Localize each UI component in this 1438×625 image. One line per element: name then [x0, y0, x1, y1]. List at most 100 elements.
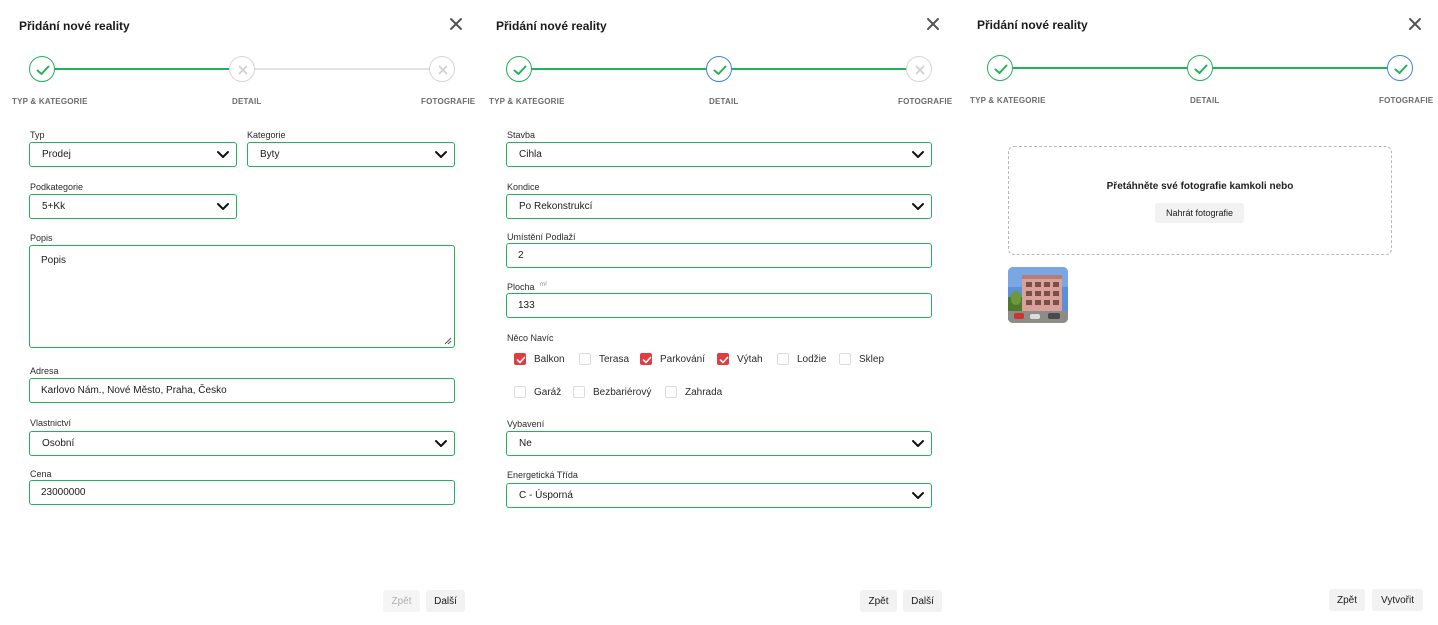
- adresa-input[interactable]: Karlovo Nám., Nové Město, Praha, Česko: [29, 378, 455, 403]
- vlastnictvi-select[interactable]: Osobní: [29, 431, 455, 456]
- x-icon: [438, 65, 448, 75]
- photo-dropzone[interactable]: Přetáhněte své fotografie kamkoli nebo N…: [1008, 146, 1392, 255]
- cena-value: 23000000: [41, 487, 86, 498]
- cena-input[interactable]: 23000000: [29, 480, 455, 505]
- step-connector: [1000, 67, 1188, 69]
- upload-photos-button[interactable]: Nahrát fotografie: [1155, 203, 1244, 223]
- add-property-dialog-step-3: Přidání nové reality TYP & KATEGORIE DET…: [958, 0, 1438, 625]
- checkbox-label: Sklep: [859, 353, 885, 365]
- resize-handle-icon[interactable]: [442, 335, 452, 345]
- chevron-down-icon: [912, 203, 924, 210]
- step-1-complete: [506, 56, 532, 82]
- extras-label: Něco Navíc: [507, 333, 554, 343]
- back-button[interactable]: Zpět: [383, 590, 420, 612]
- checkbox-label: Terasa: [599, 353, 630, 365]
- vytah-checkbox[interactable]: Výtah: [717, 353, 763, 365]
- chevron-down-icon: [435, 151, 447, 158]
- checkbox-label: Lodžie: [797, 353, 827, 365]
- checkbox-empty-icon: [777, 353, 789, 365]
- photo-thumbnail[interactable]: [1008, 267, 1068, 323]
- check-icon: [713, 65, 727, 75]
- plocha-value: 133: [518, 300, 535, 311]
- check-icon: [513, 65, 527, 75]
- chevron-down-icon: [912, 151, 924, 158]
- x-icon: [915, 65, 925, 75]
- garaz-checkbox[interactable]: Garáž: [514, 386, 561, 398]
- check-icon: [994, 64, 1008, 74]
- dialog-title: Přidání nové reality: [19, 19, 130, 33]
- stavba-value: Cihla: [519, 149, 542, 160]
- plocha-unit: m²: [540, 282, 548, 288]
- plocha-label-text: Plocha: [507, 282, 535, 292]
- dialog-title: Přidání nové reality: [977, 18, 1088, 32]
- sklep-checkbox[interactable]: Sklep: [839, 353, 884, 365]
- energeticka-select[interactable]: C - Úsporná: [506, 483, 932, 508]
- check-icon: [1194, 64, 1208, 74]
- step-connector: [255, 68, 431, 70]
- popis-textarea[interactable]: Popis: [29, 245, 455, 348]
- dropzone-text: Přetáhněte své fotografie kamkoli nebo: [1106, 181, 1294, 192]
- vlastnictvi-value: Osobní: [42, 438, 75, 449]
- checkbox-checked-icon: [514, 353, 526, 365]
- close-icon[interactable]: [1408, 17, 1422, 31]
- bezbarierovy-checkbox[interactable]: Bezbariérový: [573, 386, 651, 398]
- lodzie-checkbox[interactable]: Lodžie: [777, 353, 826, 365]
- back-button[interactable]: Zpět: [1329, 589, 1365, 611]
- step-2-pending: [229, 56, 255, 82]
- plocha-input[interactable]: 133: [506, 293, 932, 318]
- next-button[interactable]: Další: [903, 590, 942, 612]
- popis-value: Popis: [41, 255, 67, 266]
- step-3-current: [1387, 55, 1413, 81]
- chevron-down-icon: [912, 492, 924, 499]
- x-icon: [238, 65, 248, 75]
- checkbox-checked-icon: [717, 353, 729, 365]
- checkbox-label: Parkování: [660, 353, 706, 365]
- stavba-select[interactable]: Cihla: [506, 142, 932, 167]
- typ-label: Typ: [30, 130, 45, 140]
- typ-select[interactable]: Prodej: [29, 142, 237, 167]
- step-connector: [519, 68, 707, 70]
- checkbox-empty-icon: [514, 386, 526, 398]
- checkbox-label: Výtah: [737, 353, 763, 365]
- step-3-pending: [429, 56, 455, 82]
- checkbox-label: Balkon: [534, 353, 565, 365]
- create-button[interactable]: Vytvořit: [1372, 589, 1423, 611]
- energeticka-value: C - Úsporná: [519, 490, 573, 501]
- close-icon[interactable]: [449, 17, 463, 31]
- close-icon[interactable]: [926, 17, 940, 31]
- checkbox-label: Zahrada: [685, 386, 723, 398]
- next-button[interactable]: Další: [426, 590, 465, 612]
- podkategorie-select[interactable]: 5+Kk: [29, 194, 237, 219]
- step-1-complete: [29, 56, 55, 82]
- step-label: TYP & KATEGORIE: [970, 96, 1046, 105]
- energeticka-label: Energetická Třída: [507, 470, 578, 480]
- vybaveni-value: Ne: [519, 438, 532, 449]
- plocha-label: Plocha m²: [507, 282, 547, 292]
- chevron-down-icon: [217, 151, 229, 158]
- check-icon: [1394, 64, 1408, 74]
- kondice-label: Kondice: [507, 182, 540, 192]
- stepper: TYP & KATEGORIE DETAIL FOTOGRAFIE: [477, 56, 954, 108]
- checkbox-label: Garáž: [534, 386, 562, 398]
- podlazi-label: Umístění Podlaží: [507, 232, 576, 242]
- terasa-checkbox[interactable]: Terasa: [579, 353, 629, 365]
- kondice-select[interactable]: Po Rekonstrukcí: [506, 194, 932, 219]
- chevron-down-icon: [435, 440, 447, 447]
- zahrada-checkbox[interactable]: Zahrada: [665, 386, 722, 398]
- vybaveni-label: Vybavení: [507, 419, 545, 429]
- podlazi-value: 2: [518, 250, 524, 261]
- vybaveni-select[interactable]: Ne: [506, 431, 932, 456]
- vlastnictvi-label: Vlastnictví: [30, 418, 72, 428]
- podlazi-input[interactable]: 2: [506, 243, 932, 268]
- checkbox-empty-icon: [573, 386, 585, 398]
- back-button[interactable]: Zpět: [860, 590, 897, 612]
- checkbox-checked-icon: [640, 353, 652, 365]
- parkovani-checkbox[interactable]: Parkování: [640, 353, 705, 365]
- popis-label: Popis: [30, 233, 53, 243]
- kategorie-select[interactable]: Byty: [247, 142, 455, 167]
- adresa-label: Adresa: [30, 366, 59, 376]
- step-label: TYP & KATEGORIE: [12, 97, 88, 106]
- step-2-complete: [1187, 55, 1213, 81]
- step-label: FOTOGRAFIE: [421, 97, 476, 106]
- balkon-checkbox[interactable]: Balkon: [514, 353, 565, 365]
